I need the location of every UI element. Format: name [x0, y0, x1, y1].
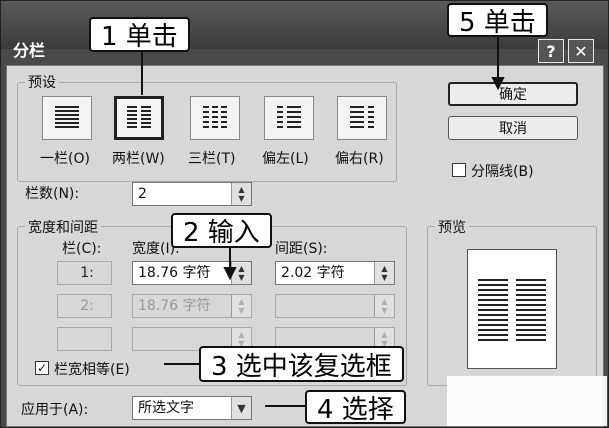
callout-2: 2 输入 [171, 213, 272, 248]
callout-1: 1 单击 [89, 17, 190, 52]
callout-5: 5 单击 [447, 3, 548, 38]
callout-4: 4 选择 [305, 390, 406, 425]
watermark [447, 376, 607, 426]
callout-3: 3 选中该复选框 [199, 346, 404, 382]
